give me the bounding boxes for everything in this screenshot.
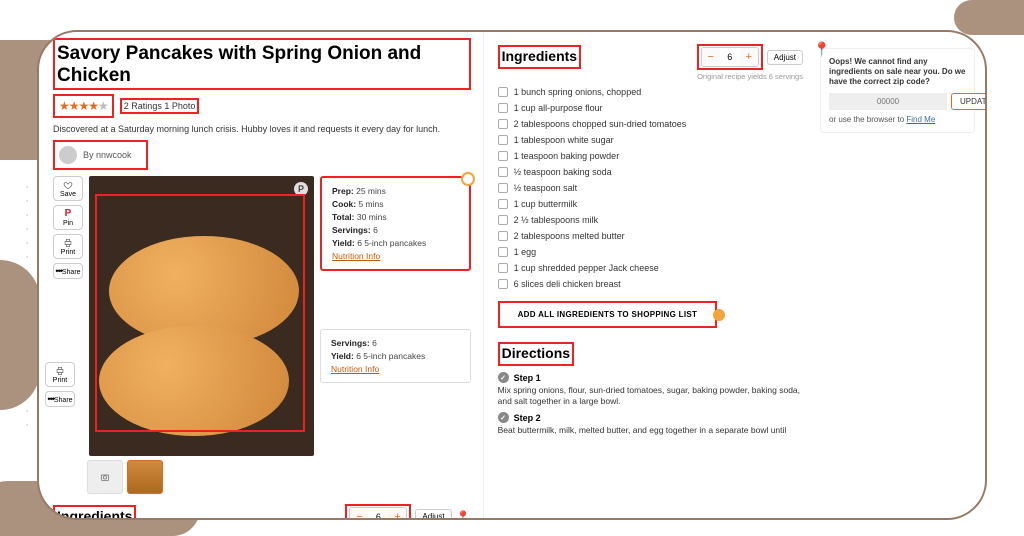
side-buttons-2: Print •••Share xyxy=(45,362,75,407)
list-item[interactable]: 1 egg xyxy=(498,247,803,257)
print-button-2[interactable]: Print xyxy=(45,362,75,387)
list-item[interactable]: 1 cup buttermilk xyxy=(498,199,803,209)
pinterest-overlay-icon[interactable]: P xyxy=(294,182,308,196)
list-item[interactable]: 1 tablespoon white sugar xyxy=(498,135,803,145)
decrement-button[interactable]: − xyxy=(350,508,368,518)
step-check-icon[interactable]: ✓ xyxy=(498,412,509,423)
step-2: ✓Step 2 Beat buttermilk, milk, melted bu… xyxy=(498,412,803,436)
directions-heading: Directions xyxy=(502,345,570,361)
info-marker-icon xyxy=(461,172,475,186)
printer-icon xyxy=(55,366,65,376)
nutrition-link-2[interactable]: Nutrition Info xyxy=(331,364,379,374)
checkbox[interactable] xyxy=(498,119,508,129)
shopping-marker-icon xyxy=(713,309,725,321)
recipe-info-card-1: Prep: 25 mins Cook: 5 mins Total: 30 min… xyxy=(320,176,471,271)
stepper-highlight: − 6 + xyxy=(345,504,411,518)
pinterest-icon: P xyxy=(63,209,73,219)
camera-thumb[interactable] xyxy=(87,460,123,494)
servings-stepper-left: − 6 + xyxy=(349,507,407,518)
checkbox[interactable] xyxy=(498,151,508,161)
step-body: Beat buttermilk, milk, melted butter, an… xyxy=(498,425,803,436)
checkbox[interactable] xyxy=(498,263,508,273)
list-item[interactable]: 1 cup all-purpose flour xyxy=(498,103,803,113)
avatar xyxy=(59,146,77,164)
location-pin-icon: 📍 xyxy=(813,41,830,58)
stars-highlight: ★★★★★ xyxy=(53,94,114,118)
save-button[interactable]: Save xyxy=(53,176,83,201)
ingredients-list: 1 bunch spring onions, chopped 1 cup all… xyxy=(498,87,803,289)
checkbox[interactable] xyxy=(498,247,508,257)
decrement-button[interactable]: − xyxy=(702,48,720,66)
list-item[interactable]: 2 tablespoons chopped sun-dried tomatoes xyxy=(498,119,803,129)
nutrition-link-1[interactable]: Nutrition Info xyxy=(332,251,380,261)
star-rating: ★★★★★ xyxy=(59,99,108,113)
find-me-row: or use the browser to Find Me xyxy=(829,115,966,124)
location-pin-icon: 📍 xyxy=(456,510,471,518)
printer-icon xyxy=(63,238,73,248)
increment-button[interactable]: + xyxy=(740,48,758,66)
adjust-button-left[interactable]: Adjust xyxy=(415,509,451,518)
print-button[interactable]: Print xyxy=(53,234,83,259)
directions-heading-highlight: Directions xyxy=(498,342,574,366)
servings-value: 6 xyxy=(368,512,388,518)
list-item[interactable]: 1 teaspoon baking powder xyxy=(498,151,803,161)
list-item[interactable]: 1 cup shredded pepper Jack cheese xyxy=(498,263,803,273)
servings-value: 6 xyxy=(720,52,740,62)
checkbox[interactable] xyxy=(498,215,508,225)
ingredients-heading-highlight-2: Ingredients xyxy=(498,45,581,69)
list-item[interactable]: ½ teaspoon baking soda xyxy=(498,167,803,177)
rating-links[interactable]: 2 Ratings 1 Photo xyxy=(120,98,200,114)
hero-image[interactable]: P xyxy=(89,176,314,456)
list-item[interactable]: 1 bunch spring onions, chopped xyxy=(498,87,803,97)
thumbnail-row xyxy=(87,460,471,494)
right-column: Ingredients − 6 + Adjust Original recipe… xyxy=(484,32,985,518)
author-label: By nnwcook xyxy=(83,150,132,160)
increment-button[interactable]: + xyxy=(388,508,406,518)
checkbox[interactable] xyxy=(498,135,508,145)
location-message: Oops! We cannot find any ingredients on … xyxy=(829,57,966,87)
checkbox[interactable] xyxy=(498,183,508,193)
page-frame: Savory Pancakes with Spring Onion and Ch… xyxy=(37,30,987,520)
pin-button[interactable]: PPin xyxy=(53,205,83,230)
ingredients-heading-highlight: Ingredients xyxy=(53,505,136,518)
photo-thumb[interactable] xyxy=(127,460,163,494)
rating-row: ★★★★★ 2 Ratings 1 Photo xyxy=(53,94,471,118)
step-body: Mix spring onions, flour, sun-dried toma… xyxy=(498,385,803,406)
recipe-title: Savory Pancakes with Spring Onion and Ch… xyxy=(57,43,467,87)
recipe-info-card-2: Servings: 6 Yield: 6 5-inch pancakes Nut… xyxy=(320,329,471,383)
add-all-button[interactable]: ADD ALL INGREDIENTS TO SHOPPING LIST xyxy=(498,301,718,328)
location-card: 📍 Oops! We cannot find any ingredients o… xyxy=(820,48,975,133)
left-column: Savory Pancakes with Spring Onion and Ch… xyxy=(39,32,484,518)
title-highlight: Savory Pancakes with Spring Onion and Ch… xyxy=(53,38,471,90)
ingredients-heading: Ingredients xyxy=(502,48,577,64)
stepper-highlight-2: − 6 + xyxy=(697,44,763,70)
list-item[interactable]: 6 slices deli chicken breast xyxy=(498,279,803,289)
list-item[interactable]: 2 tablespoons melted butter xyxy=(498,231,803,241)
camera-icon xyxy=(100,472,110,482)
author-row[interactable]: By nnwcook xyxy=(53,140,148,170)
checkbox[interactable] xyxy=(498,231,508,241)
update-button[interactable]: UPDATE xyxy=(951,93,985,110)
checkbox[interactable] xyxy=(498,279,508,289)
servings-stepper: − 6 + xyxy=(701,47,759,67)
list-item[interactable]: 2 ½ tablespoons milk xyxy=(498,215,803,225)
share-button-2[interactable]: •••Share xyxy=(45,391,75,407)
step-1: ✓Step 1 Mix spring onions, flour, sun-dr… xyxy=(498,372,803,406)
side-buttons: Save PPin Print •••Share xyxy=(53,176,83,456)
original-yield-note: Original recipe yields 6 servings xyxy=(498,72,803,81)
checkbox[interactable] xyxy=(498,167,508,177)
step-check-icon[interactable]: ✓ xyxy=(498,372,509,383)
adjust-button[interactable]: Adjust xyxy=(767,50,803,65)
ingredients-heading-left: Ingredients xyxy=(57,508,132,518)
checkbox[interactable] xyxy=(498,103,508,113)
zip-input[interactable] xyxy=(829,93,947,110)
share-button[interactable]: •••Share xyxy=(53,263,83,279)
checkbox[interactable] xyxy=(498,199,508,209)
list-item[interactable]: ½ teaspoon salt xyxy=(498,183,803,193)
find-me-link[interactable]: Find Me xyxy=(906,115,935,124)
recipe-description: Discovered at a Saturday morning lunch c… xyxy=(53,124,471,134)
heart-icon xyxy=(63,180,73,190)
checkbox[interactable] xyxy=(498,87,508,97)
